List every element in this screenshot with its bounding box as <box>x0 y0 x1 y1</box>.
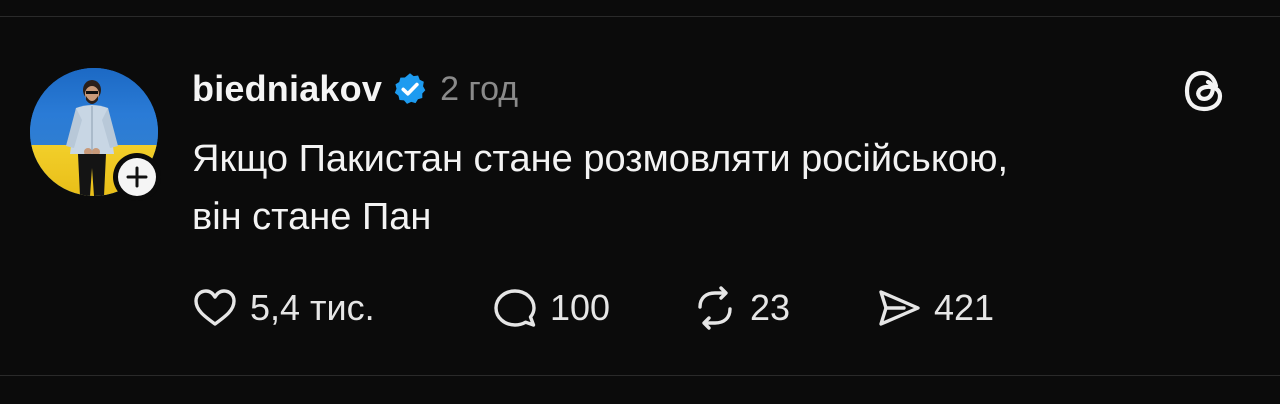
reply-button[interactable]: 100 <box>490 283 690 333</box>
post-text-line-2: він стане Пан <box>192 196 432 238</box>
post-header: biedniakov 2 год <box>192 62 518 116</box>
share-button[interactable]: 421 <box>874 283 994 333</box>
repost-button[interactable]: 23 <box>690 283 874 333</box>
send-icon <box>879 290 920 326</box>
post-time: 2 год <box>440 69 519 108</box>
username[interactable]: biedniakov <box>192 68 382 110</box>
repost-count: 23 <box>750 287 791 328</box>
heart-icon <box>194 289 236 326</box>
share-count: 421 <box>934 287 995 328</box>
repost-icon <box>698 286 732 330</box>
divider-top <box>0 16 1280 17</box>
post-text-line-1: Якщо Пакистан стане розмовляти російсько… <box>192 138 1009 180</box>
like-button[interactable]: 5,4 тис. <box>190 283 490 333</box>
action-bar: 5,4 тис. 100 23 421 <box>190 282 994 334</box>
plus-icon <box>118 158 156 196</box>
follow-button[interactable] <box>113 153 161 201</box>
post-text: Якщо Пакистан стане розмовляти російсько… <box>192 130 1232 246</box>
verified-badge-icon <box>392 71 428 107</box>
threads-logo-icon[interactable] <box>1180 66 1230 116</box>
divider-bottom <box>0 375 1280 376</box>
threads-post: biedniakov 2 год Якщо Пакистан стане роз… <box>0 0 1280 404</box>
reply-count: 100 <box>550 287 611 328</box>
comment-icon <box>494 289 536 327</box>
like-count: 5,4 тис. <box>250 287 375 328</box>
